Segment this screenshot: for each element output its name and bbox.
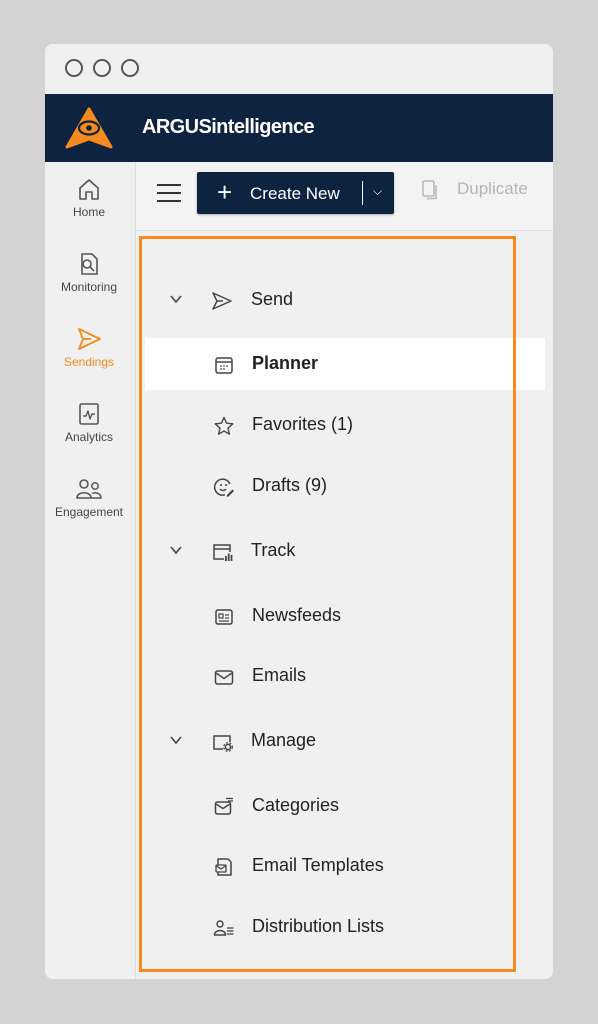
analytics-icon bbox=[79, 403, 99, 425]
send-icon bbox=[78, 328, 101, 350]
rail-label: Home bbox=[72, 205, 105, 219]
command-toolbar: + Create New ⌵ Duplicate bbox=[136, 162, 553, 231]
create-new-label: Create New bbox=[250, 184, 340, 203]
rail-label: Analytics bbox=[64, 430, 114, 444]
app-rail: Home Monitoring Sendings Analytics Engag… bbox=[45, 162, 136, 979]
home-icon bbox=[79, 179, 99, 200]
plus-icon: + bbox=[217, 177, 233, 207]
argus-logo-icon bbox=[65, 107, 113, 149]
create-new-button[interactable]: + Create New ⌵ bbox=[197, 172, 394, 214]
highlight-frame bbox=[139, 236, 516, 972]
window-titlebar bbox=[45, 44, 553, 94]
rail-item-home[interactable]: Home bbox=[45, 176, 133, 219]
hamburger-menu-icon[interactable] bbox=[157, 184, 181, 204]
rail-item-monitoring[interactable]: Monitoring bbox=[45, 251, 133, 294]
rail-item-analytics[interactable]: Analytics bbox=[45, 401, 133, 444]
chevron-down-icon[interactable]: ⌵ bbox=[373, 184, 382, 199]
app-header: ARGUSintelligence bbox=[45, 94, 553, 162]
rail-item-sendings[interactable]: Sendings bbox=[45, 326, 133, 369]
rail-label: Monitoring bbox=[60, 280, 118, 294]
duplicate-label: Duplicate bbox=[457, 179, 528, 198]
duplicate-icon bbox=[422, 180, 437, 200]
engagement-icon bbox=[76, 479, 102, 499]
window-control-dot[interactable] bbox=[121, 59, 139, 77]
rail-item-engagement[interactable]: Engagement bbox=[45, 476, 133, 519]
brand-name: ARGUSintelligence bbox=[142, 116, 315, 138]
rail-label: Sendings bbox=[63, 355, 115, 369]
rail-label: Engagement bbox=[54, 505, 124, 519]
window-control-dot[interactable] bbox=[93, 59, 111, 77]
window-control-dot[interactable] bbox=[65, 59, 83, 77]
monitoring-icon bbox=[81, 253, 98, 275]
button-divider bbox=[362, 181, 363, 205]
